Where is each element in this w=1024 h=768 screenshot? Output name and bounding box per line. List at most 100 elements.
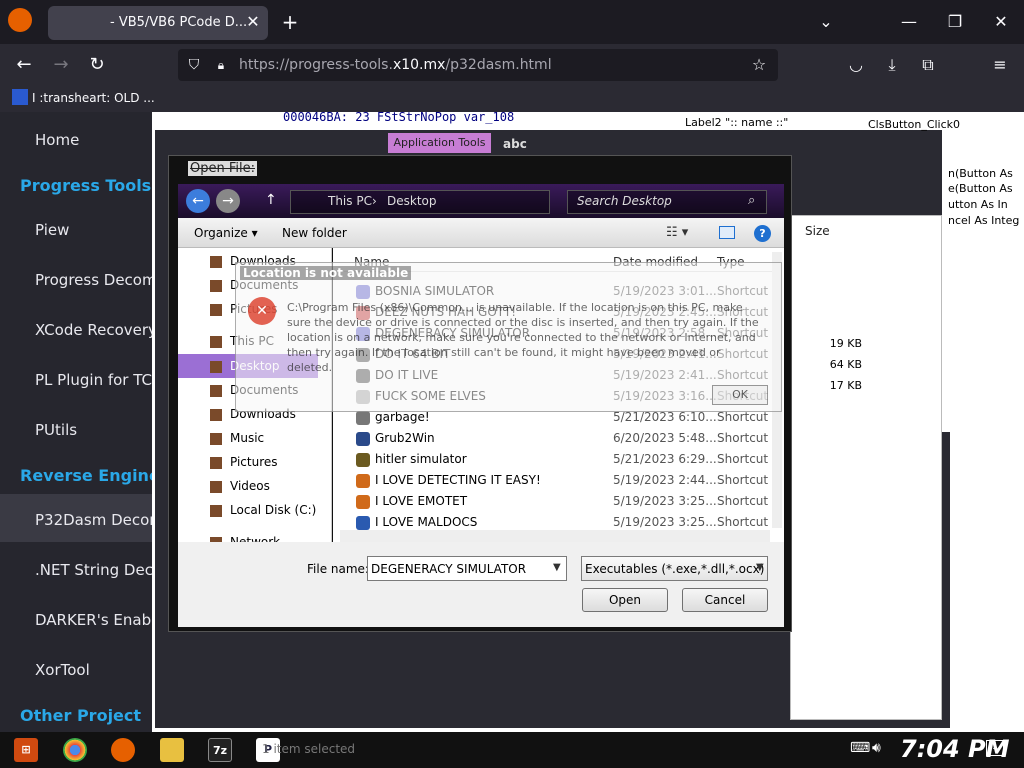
- nav-piew[interactable]: Piew: [35, 221, 69, 239]
- file-date: 5/21/2023 6:10...: [613, 410, 717, 424]
- chrome-icon[interactable]: [63, 738, 87, 762]
- ok-button[interactable]: OK: [712, 385, 768, 405]
- back-icon[interactable]: ←: [12, 53, 36, 77]
- site-sidebar: Home Progress Tools Piew Progress Decomp…: [0, 112, 152, 732]
- file-type: Shortcut: [717, 410, 769, 424]
- close-tab-icon[interactable]: ✕: [243, 10, 263, 34]
- label2-tree-item[interactable]: Label2 ":: name ::": [685, 116, 788, 129]
- tree-item[interactable]: Pictures: [230, 455, 278, 469]
- folder-icon: [210, 457, 222, 469]
- file-name[interactable]: I LOVE EMOTET: [375, 494, 467, 508]
- abc-label: abc: [503, 137, 527, 151]
- folder-icon: [210, 336, 222, 348]
- shortcut-icon: [356, 474, 370, 488]
- pocket-icon[interactable]: ◡: [844, 53, 868, 77]
- reload-icon[interactable]: ↻: [85, 53, 109, 77]
- folder-icon: [210, 280, 222, 292]
- file-name[interactable]: Grub2Win: [375, 431, 435, 445]
- nav-xortool[interactable]: XorTool: [35, 661, 90, 679]
- help-icon[interactable]: ?: [754, 225, 771, 242]
- file-date: 5/19/2023 3:25...: [613, 494, 717, 508]
- new-tab-button[interactable]: +: [278, 10, 302, 34]
- dialog-toolbar: [178, 218, 784, 248]
- chevron-down-icon[interactable]: ▼: [756, 562, 764, 573]
- firefox-menu-icon[interactable]: [8, 8, 32, 32]
- file-name[interactable]: I LOVE MALDOCS: [375, 515, 477, 529]
- file-type-value: Executables (*.exe,*.dll,*.ocx): [585, 562, 765, 576]
- breadcrumb-desktop[interactable]: Desktop: [387, 194, 437, 208]
- folder-icon: [210, 481, 222, 493]
- tree-item[interactable]: Local Disk (C:): [230, 503, 316, 517]
- folder-icon: [210, 505, 222, 517]
- forward-icon[interactable]: →: [216, 189, 240, 213]
- notification-icon[interactable]: 1: [986, 740, 1004, 756]
- view-options-icon[interactable]: ☷ ▾: [666, 225, 688, 240]
- shortcut-icon: [356, 453, 370, 467]
- preview-pane-icon[interactable]: [719, 226, 735, 239]
- nav-home[interactable]: Home: [35, 131, 79, 149]
- start-icon[interactable]: ⊞: [14, 738, 38, 762]
- shortcut-icon: [356, 432, 370, 446]
- nav-xcode-recovery[interactable]: XCode Recovery: [35, 321, 152, 339]
- tree-item[interactable]: Videos: [230, 479, 270, 493]
- 7zip-icon[interactable]: 7z: [208, 738, 232, 762]
- firefox-icon[interactable]: [111, 738, 135, 762]
- folder-icon: [210, 385, 222, 397]
- open-button[interactable]: Open: [582, 588, 668, 612]
- bookmark-star-icon[interactable]: ☆: [747, 53, 771, 77]
- code-text: ncel As Integ: [948, 214, 1020, 227]
- extensions-icon[interactable]: ⧉: [916, 53, 940, 77]
- error-title: Location is not available: [240, 266, 412, 280]
- minimize-icon[interactable]: —: [897, 10, 921, 34]
- file-date: 6/20/2023 5:48...: [613, 431, 717, 445]
- network-icon[interactable]: ⌨: [850, 740, 870, 756]
- bookmark-item[interactable]: I :transheart: OLD ...: [32, 91, 155, 105]
- lock-icon[interactable]: 🔒︎: [209, 53, 233, 77]
- clsbutton-item[interactable]: ClsButton_Click0: [868, 118, 960, 131]
- up-arrow-icon[interactable]: ↑: [265, 192, 277, 208]
- url-path: /p32dasm.html: [445, 57, 552, 73]
- breadcrumb-this-pc[interactable]: This PC: [328, 194, 372, 208]
- shield-icon[interactable]: ⛉: [182, 53, 206, 77]
- file-name-value: DEGENERACY SIMULATOR: [371, 562, 527, 576]
- nav-p32dasm[interactable]: P32Dasm Decom: [35, 511, 152, 529]
- volume-icon[interactable]: 🔊︎: [872, 740, 881, 756]
- file-size: 19 KB: [829, 337, 862, 350]
- file-name[interactable]: garbage!: [375, 410, 430, 424]
- nav-darker[interactable]: DARKER's Enable: [35, 611, 152, 629]
- nav-pl-plugin[interactable]: PL Plugin for TC: [35, 371, 152, 389]
- file-explorer-icon[interactable]: [160, 738, 184, 762]
- size-column-header[interactable]: Size: [805, 224, 830, 238]
- cancel-button[interactable]: Cancel: [682, 588, 768, 612]
- file-name[interactable]: I LOVE DETECTING IT EASY!: [375, 473, 541, 487]
- application-tools-tab[interactable]: Application Tools: [388, 133, 491, 153]
- url-text: https://progress-tools.x10.mx/p32dasm.ht…: [239, 57, 552, 73]
- folder-icon: [210, 433, 222, 445]
- nav-net-string[interactable]: .NET String Deco: [35, 561, 152, 579]
- folder-icon: [210, 304, 222, 316]
- horizontal-scrollbar[interactable]: [340, 530, 770, 542]
- nav-heading-reverse-engineering[interactable]: Reverse Engineer: [20, 466, 152, 485]
- folder-icon: [210, 409, 222, 421]
- download-icon[interactable]: ⤓: [880, 53, 904, 77]
- nav-progress-decompiler[interactable]: Progress Decomp: [35, 271, 152, 289]
- back-icon[interactable]: ←: [186, 189, 210, 213]
- search-icon[interactable]: ⌕: [748, 193, 755, 208]
- chevron-down-icon[interactable]: ▼: [553, 562, 561, 573]
- nav-heading-other-projects[interactable]: Other Project: [20, 706, 141, 725]
- new-folder-button[interactable]: New folder: [282, 226, 347, 240]
- list-tabs-icon[interactable]: ⌄: [814, 10, 838, 34]
- menu-icon[interactable]: ≡: [988, 53, 1012, 77]
- maximize-icon[interactable]: ❐: [943, 10, 967, 34]
- tree-item[interactable]: Music: [230, 431, 264, 445]
- nav-heading-progress-tools[interactable]: Progress Tools: [20, 176, 151, 195]
- url-scheme: https://progress-tools.: [239, 57, 393, 73]
- organize-button[interactable]: Organize ▾: [194, 226, 258, 240]
- shortcut-icon: [356, 516, 370, 530]
- code-line: 000046BA: 23 FStStrNoPop var_108: [283, 110, 515, 124]
- file-date: 5/19/2023 2:44...: [613, 473, 717, 487]
- close-window-icon[interactable]: ✕: [989, 10, 1013, 34]
- file-name[interactable]: hitler simulator: [375, 452, 467, 466]
- forward-icon[interactable]: →: [49, 53, 73, 77]
- nav-putils[interactable]: PUtils: [35, 421, 77, 439]
